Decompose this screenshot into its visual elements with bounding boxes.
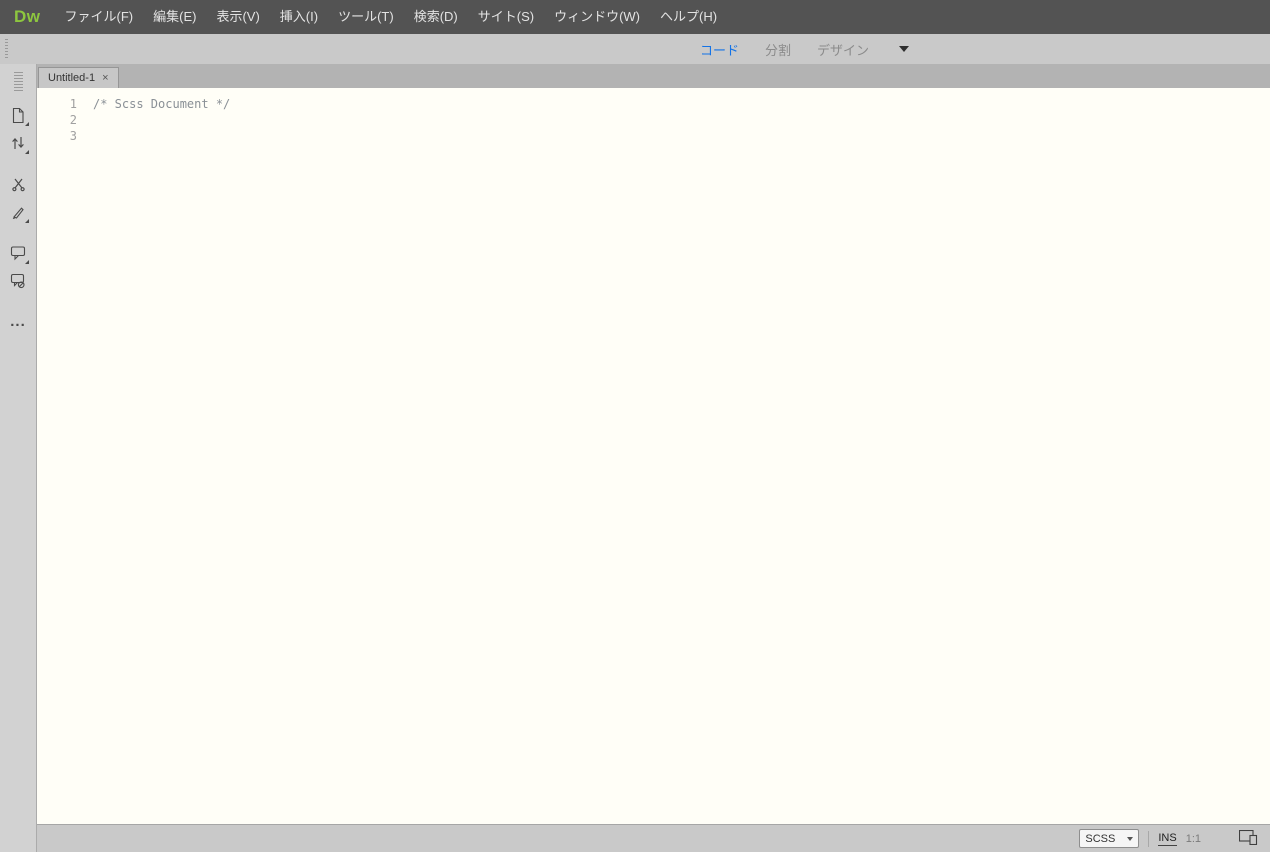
menu-item-window[interactable]: ウィンドウ(W) bbox=[544, 0, 650, 34]
format-source-code-button[interactable] bbox=[5, 199, 31, 225]
menu-item-site[interactable]: サイト(S) bbox=[468, 0, 544, 34]
code-line: 3 bbox=[37, 128, 1270, 144]
code-line: 1 /* Scss Document */ bbox=[37, 96, 1270, 112]
realtime-preview-button[interactable] bbox=[1238, 829, 1258, 848]
split-view-button[interactable]: 分割 bbox=[765, 40, 791, 59]
dropdown-corner-icon bbox=[25, 150, 29, 154]
line-number: 2 bbox=[69, 113, 77, 127]
menu-item-tools[interactable]: ツール(T) bbox=[328, 0, 404, 34]
document-tab-bar: Untitled-1 × bbox=[37, 64, 1270, 88]
workspace: ... Untitled-1 × 1 /* Scss Document */ 2… bbox=[0, 64, 1270, 852]
toolbar-options-button[interactable]: ... bbox=[5, 309, 31, 335]
apply-comment-icon bbox=[10, 245, 26, 261]
code-view-button[interactable]: コード bbox=[700, 40, 739, 59]
open-documents-icon bbox=[11, 107, 25, 124]
tab-untitled-1[interactable]: Untitled-1 × bbox=[38, 67, 119, 88]
code-text: /* Scss Document */ bbox=[93, 97, 231, 111]
device-preview-icon bbox=[1238, 829, 1258, 848]
common-toolbar-grip[interactable] bbox=[13, 72, 23, 92]
format-source-code-icon bbox=[11, 205, 26, 220]
status-separator bbox=[1148, 830, 1150, 847]
line-number: 3 bbox=[69, 129, 77, 143]
remove-comment-button[interactable] bbox=[5, 268, 31, 294]
doctype-value: SCSS bbox=[1085, 832, 1116, 845]
open-documents-button[interactable] bbox=[5, 102, 31, 128]
file-management-button[interactable] bbox=[5, 130, 31, 156]
chevron-down-icon bbox=[1127, 836, 1134, 841]
code-editor[interactable]: 1 /* Scss Document */ 2 3 bbox=[37, 88, 1270, 824]
design-view-button[interactable]: デザイン bbox=[817, 40, 869, 59]
toolbar-grip[interactable] bbox=[5, 39, 8, 59]
ellipsis-icon: ... bbox=[10, 313, 26, 330]
menu-item-edit[interactable]: 編集(E) bbox=[143, 0, 206, 34]
insert-mode-toggle[interactable]: INS bbox=[1158, 832, 1177, 846]
validate-code-icon bbox=[11, 177, 26, 192]
cursor-position: 1:1 bbox=[1185, 832, 1201, 845]
common-toolbar: ... bbox=[0, 64, 37, 852]
dropdown-corner-icon bbox=[25, 260, 29, 264]
status-bar: SCSS INS 1:1 bbox=[37, 824, 1270, 852]
validate-code-button[interactable] bbox=[5, 171, 31, 197]
code-line: 2 bbox=[37, 112, 1270, 128]
file-management-icon bbox=[10, 135, 26, 151]
document-area: Untitled-1 × 1 /* Scss Document */ 2 3 S… bbox=[37, 64, 1270, 852]
dropdown-corner-icon bbox=[25, 219, 29, 223]
menu-item-file[interactable]: ファイル(F) bbox=[55, 0, 144, 34]
dreamweaver-logo: Dw bbox=[14, 7, 41, 26]
tab-close-icon[interactable]: × bbox=[102, 72, 108, 84]
menu-item-help[interactable]: ヘルプ(H) bbox=[650, 0, 727, 34]
doctype-select[interactable]: SCSS bbox=[1079, 829, 1140, 848]
view-mode-switcher: コード 分割 デザイン bbox=[700, 34, 910, 64]
apply-comment-button[interactable] bbox=[5, 240, 31, 266]
menu-item-insert[interactable]: 挿入(I) bbox=[270, 0, 328, 34]
remove-comment-icon bbox=[10, 273, 26, 289]
line-number: 1 bbox=[69, 97, 77, 111]
tab-label: Untitled-1 bbox=[48, 72, 96, 84]
view-mode-dropdown-icon[interactable] bbox=[899, 46, 910, 52]
menu-item-find[interactable]: 検索(D) bbox=[404, 0, 468, 34]
menubar: Dw ファイル(F) 編集(E) 表示(V) 挿入(I) ツール(T) 検索(D… bbox=[0, 0, 1270, 34]
menu-item-view[interactable]: 表示(V) bbox=[206, 0, 269, 34]
dropdown-corner-icon bbox=[25, 122, 29, 126]
document-toolbar: コード 分割 デザイン bbox=[0, 34, 1270, 64]
